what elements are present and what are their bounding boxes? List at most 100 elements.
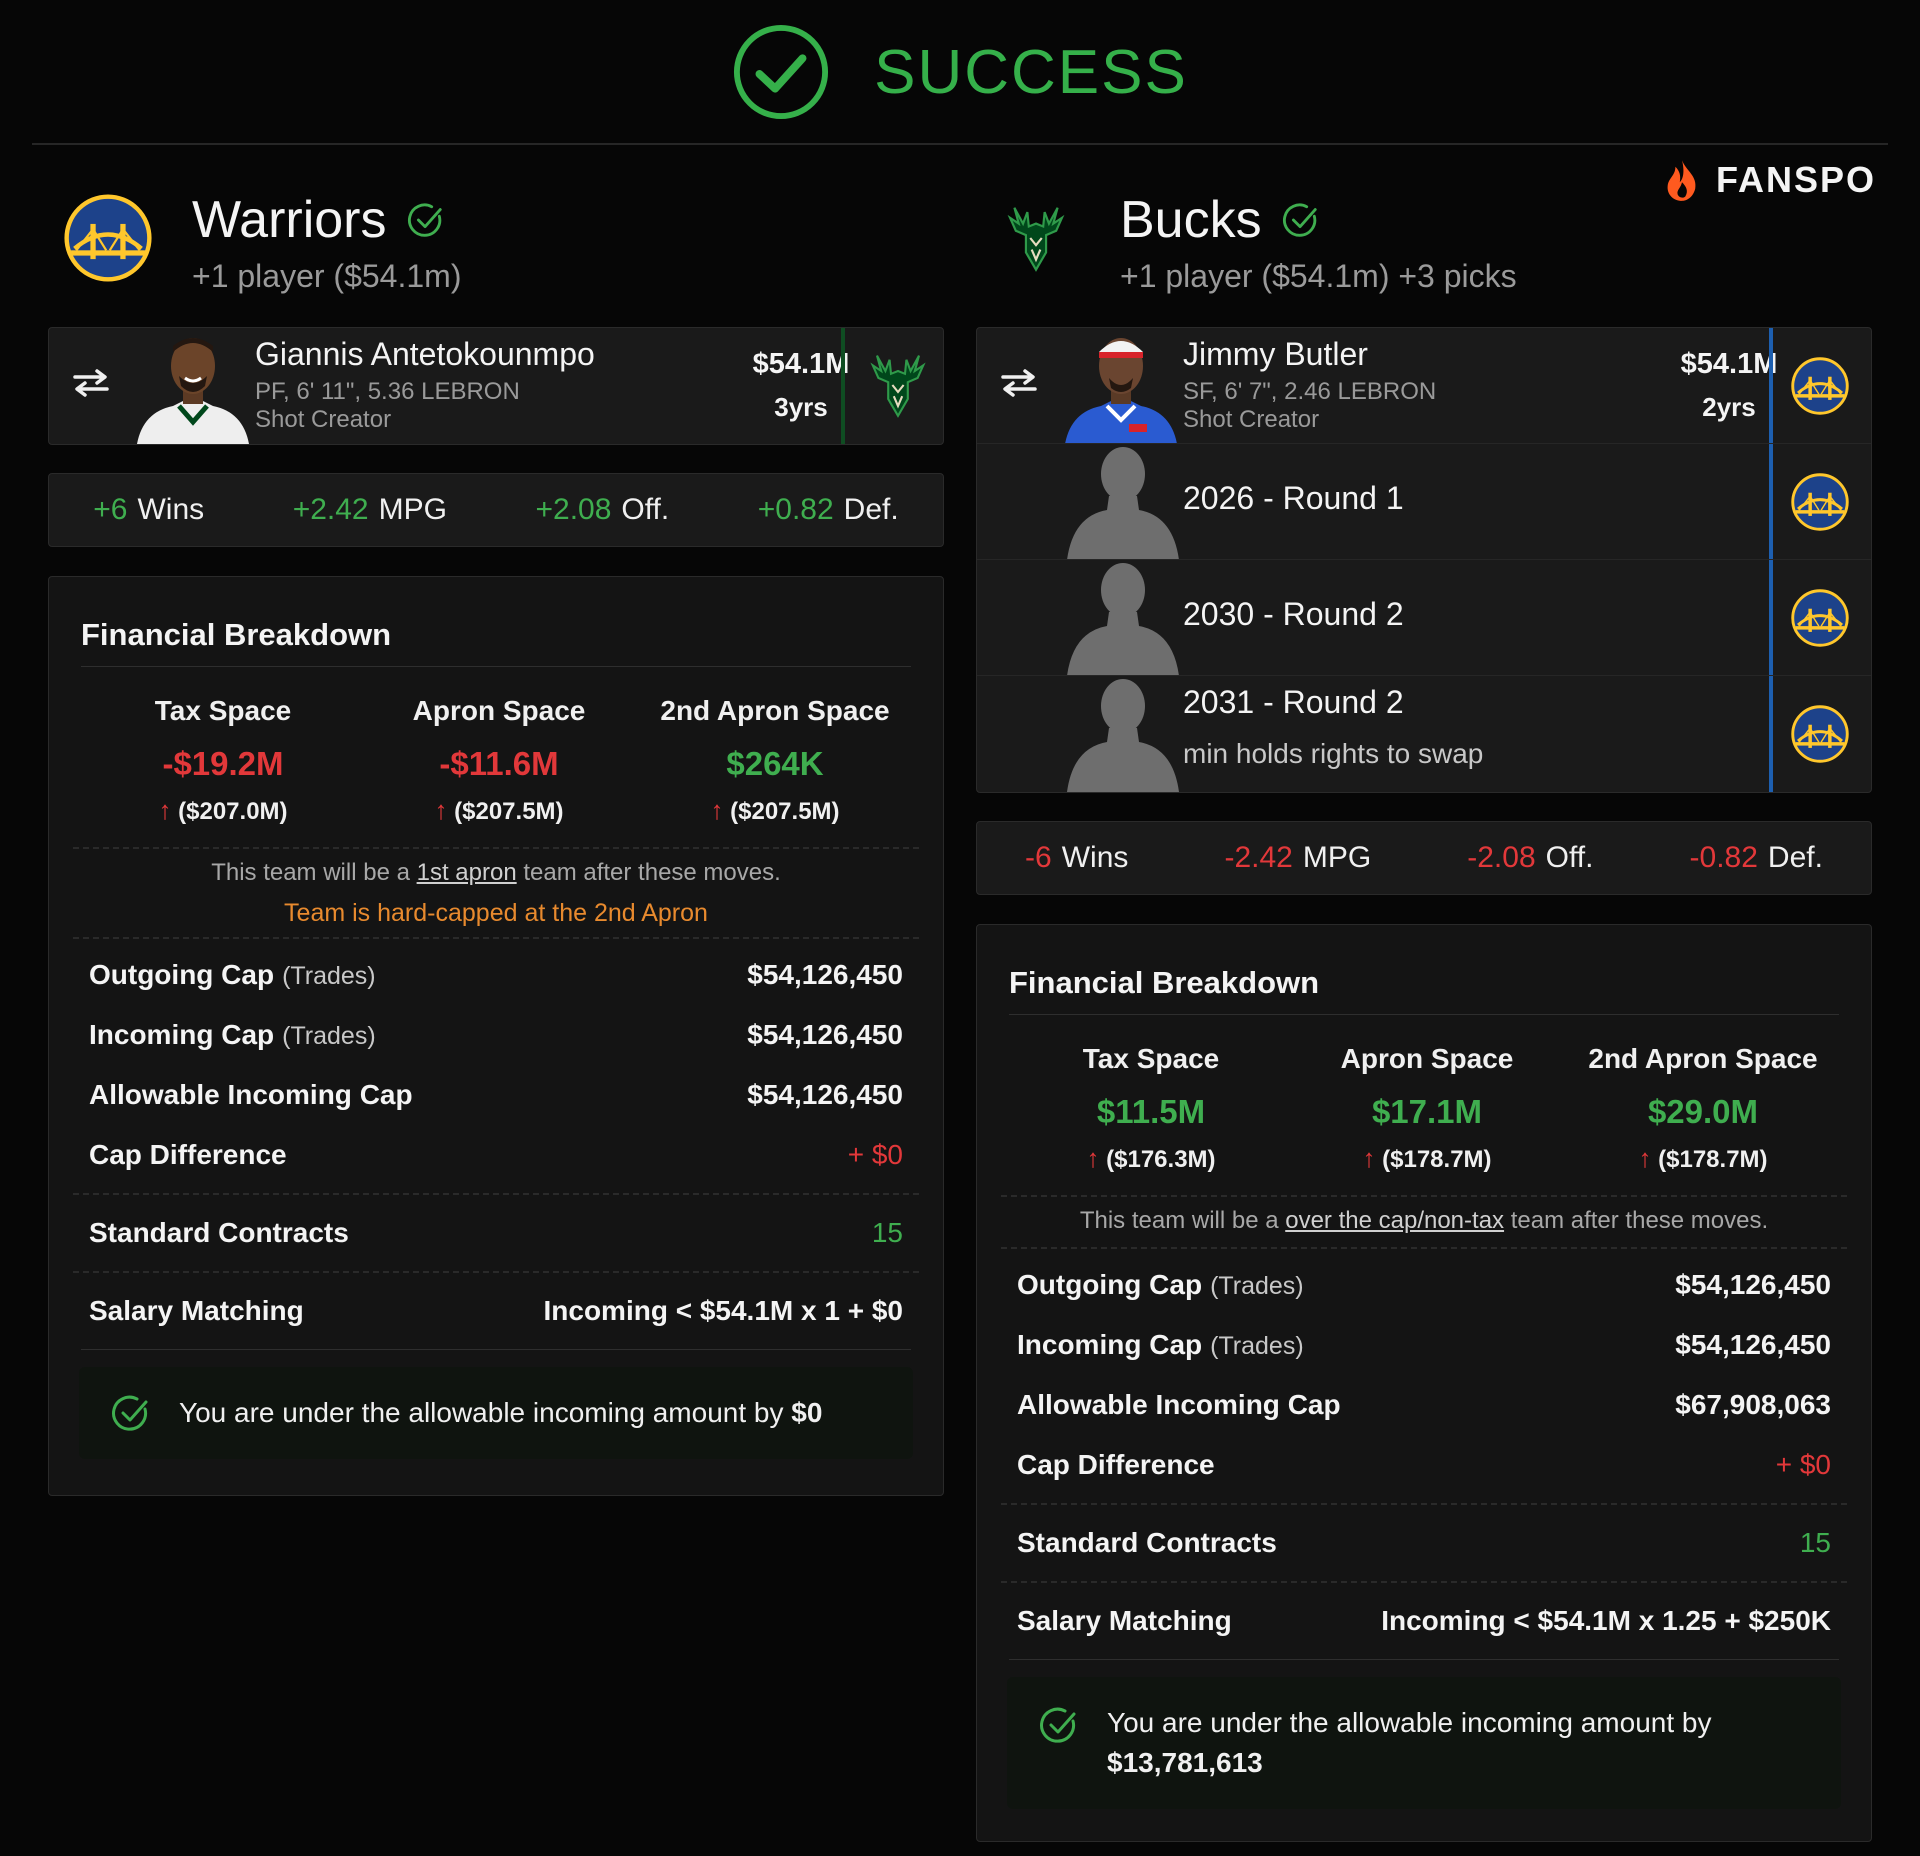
draft-pick-row[interactable]: 2031 - Round 2 min holds rights to swap [977, 676, 1871, 792]
player-silhouette-icon [1055, 560, 1185, 676]
dashed-divider [1001, 1195, 1847, 1197]
dashed-divider [73, 1193, 919, 1195]
dashed-divider [73, 847, 919, 849]
title-divider [1009, 1014, 1839, 1015]
second-apron-space: 2nd Apron Space $264K ↑ ($207.5M) [660, 695, 890, 825]
stat-mpg: -2.42 MPG [1224, 841, 1372, 874]
arrow-up-icon: ↑ [1638, 1143, 1652, 1173]
incoming-assets-bucks: Jimmy Butler SF, 6' 7", 2.46 LEBRON Shot… [976, 327, 1872, 793]
impact-stats-warriors: +6 Wins +2.42 MPG +2.08 Off. +0.82 Def. [48, 473, 944, 547]
warriors-logo [64, 194, 152, 282]
cap-status-link[interactable]: over the cap/non-tax [1285, 1207, 1504, 1234]
allowance-status: You are under the allowable incoming amo… [1007, 1677, 1841, 1809]
arrow-up-icon: ↑ [158, 795, 172, 825]
tax-space: Tax Space -$19.2M ↑ ($207.0M) [154, 695, 292, 825]
warriors-logo [1791, 705, 1849, 763]
warriors-logo [1791, 589, 1849, 647]
swap-icon[interactable] [999, 368, 1039, 398]
dashed-divider [1001, 1503, 1847, 1505]
financial-breakdown-warriors: Financial Breakdown Tax Space -$19.2M ↑ … [48, 576, 944, 1496]
team-status-note: This team will be a over the cap/non-tax… [1079, 1207, 1769, 1234]
bucks-logo [863, 350, 933, 420]
pick-label: 2026 - Round 1 [1183, 480, 1404, 516]
player-row[interactable]: Jimmy Butler SF, 6' 7", 2.46 LEBRON Shot… [977, 328, 1871, 444]
team-summary: +1 player ($54.1m) +3 picks [1120, 258, 1517, 294]
outgoing-cap-row: Outgoing Cap (Trades) $54,126,450 [1017, 1269, 1831, 1300]
stat-off: -2.08 Off. [1467, 841, 1594, 874]
team-name-text: Warriors [192, 191, 387, 249]
apron-space: Apron Space -$11.6M ↑ ($207.5M) [412, 695, 586, 825]
player-meta: PF, 6' 11", 5.36 LEBRON Shot Creator [255, 378, 520, 434]
from-team-bar [841, 328, 845, 444]
check-circle-icon [734, 24, 829, 120]
from-team-bar [1769, 444, 1773, 559]
from-team-bar [1769, 560, 1773, 675]
warriors-logo [1791, 473, 1849, 531]
standard-contracts-row: Standard Contracts 15 [89, 1217, 903, 1248]
player-meta: SF, 6' 7", 2.46 LEBRON Shot Creator [1183, 378, 1436, 434]
arrow-up-icon: ↑ [1086, 1143, 1100, 1173]
second-apron-space: 2nd Apron Space $29.0M ↑ ($178.7M) [1588, 1043, 1818, 1173]
impact-stats-bucks: -6 Wins -2.42 MPG -2.08 Off. -0.82 Def. [976, 821, 1872, 895]
dashed-divider [1001, 1581, 1847, 1583]
stat-def: -0.82 Def. [1689, 841, 1823, 874]
from-team-bar [1769, 328, 1773, 443]
player-name[interactable]: Giannis Antetokounmpo [255, 336, 595, 373]
draft-pick-row[interactable]: 2030 - Round 2 [977, 560, 1871, 676]
player-silhouette-icon [1055, 444, 1185, 560]
player-row[interactable]: Giannis Antetokounmpo PF, 6' 11", 5.36 L… [49, 328, 943, 444]
player-photo [137, 338, 249, 444]
pick-note: min holds rights to swap [1183, 738, 1484, 769]
section-title: Financial Breakdown [81, 617, 392, 652]
verified-check-icon [407, 201, 445, 239]
team-summary: +1 player ($54.1m) [192, 258, 462, 294]
team-status-note: This team will be a 1st apron team after… [211, 859, 781, 886]
tax-space: Tax Space $11.5M ↑ ($176.3M) [1082, 1043, 1220, 1173]
team-name: Warriors [192, 190, 445, 250]
dashed-divider [73, 937, 919, 939]
banner-divider [32, 143, 1888, 145]
dashed-divider [1001, 1247, 1847, 1249]
bucks-logo [1000, 188, 1072, 288]
from-team-bar [1769, 676, 1773, 792]
draft-pick-row[interactable]: 2026 - Round 1 [977, 444, 1871, 560]
outgoing-cap-row: Outgoing Cap (Trades) $54,126,450 [89, 959, 903, 990]
warriors-logo [1791, 357, 1849, 415]
team-header-bucks: Bucks +1 player ($54.1m) +3 picks [960, 180, 1920, 320]
cap-difference-row: Cap Difference + $0 [89, 1139, 903, 1170]
section-divider [81, 1349, 911, 1350]
standard-contracts-row: Standard Contracts 15 [1017, 1527, 1831, 1558]
trade-result-page: SUCCESS FANSPO Warriors +1 player ($54.1… [0, 0, 1920, 1856]
stat-def: +0.82 Def. [757, 493, 899, 526]
cap-difference-row: Cap Difference + $0 [1017, 1449, 1831, 1480]
success-banner: SUCCESS [0, 0, 1920, 144]
allowance-status: You are under the allowable incoming amo… [79, 1367, 913, 1459]
stat-wins: +6 Wins [93, 493, 205, 526]
arrow-up-icon: ↑ [1362, 1143, 1376, 1173]
verified-check-icon [1282, 201, 1320, 239]
section-title: Financial Breakdown [1009, 965, 1320, 1000]
stat-mpg: +2.42 MPG [292, 493, 447, 526]
player-role: Shot Creator [255, 406, 392, 433]
allowable-incoming-row: Allowable Incoming Cap $67,908,063 [1017, 1389, 1831, 1420]
incoming-players-warriors: Giannis Antetokounmpo PF, 6' 11", 5.36 L… [48, 327, 944, 445]
team-name-text: Bucks [1120, 191, 1262, 249]
apron-status-link[interactable]: 1st apron [417, 859, 517, 886]
apron-space: Apron Space $17.1M ↑ ($178.7M) [1340, 1043, 1514, 1173]
salary-matching-row: Salary Matching Incoming < $54.1M x 1 + … [89, 1295, 903, 1326]
title-divider [81, 666, 911, 667]
swap-icon[interactable] [71, 368, 111, 398]
check-circle-icon [1039, 1705, 1079, 1745]
player-position-stats: SF, 6' 7", 2.46 LEBRON [1183, 378, 1437, 405]
allowable-incoming-row: Allowable Incoming Cap $54,126,450 [89, 1079, 903, 1110]
incoming-cap-row: Incoming Cap (Trades) $54,126,450 [89, 1019, 903, 1050]
team-header-warriors: Warriors +1 player ($54.1m) [0, 180, 950, 320]
arrow-up-icon: ↑ [710, 795, 724, 825]
pick-label: 2031 - Round 2 [1183, 684, 1404, 720]
player-name[interactable]: Jimmy Butler [1183, 336, 1368, 373]
player-silhouette-icon [1055, 676, 1185, 792]
arrow-up-icon: ↑ [434, 795, 448, 825]
salary-matching-row: Salary Matching Incoming < $54.1M x 1.25… [1017, 1605, 1831, 1636]
stat-off: +2.08 Off. [535, 493, 670, 526]
section-divider [1009, 1659, 1839, 1660]
